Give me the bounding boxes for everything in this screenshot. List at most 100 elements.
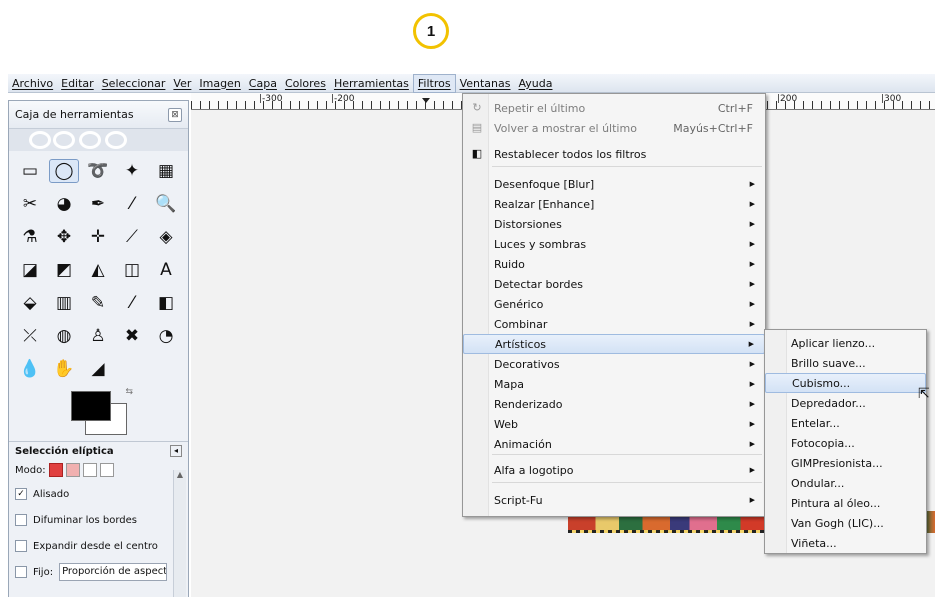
- fuzzy-select-icon[interactable]: ✦: [117, 159, 147, 183]
- filters-item-restablecer-todos-los-filtros[interactable]: ◧ Restablecer todos los filtros: [463, 144, 765, 164]
- filters-item-ruido[interactable]: Ruido ▶: [463, 254, 765, 274]
- scissors-icon[interactable]: ✂: [15, 192, 45, 216]
- perspective-clone-icon[interactable]: ◔: [151, 324, 181, 348]
- filters-item-label: Alfa a logotipo: [494, 463, 574, 477]
- scale-icon[interactable]: ◪: [15, 258, 45, 282]
- artistic-item-aplicar-lienzo[interactable]: Aplicar lienzo...: [765, 333, 926, 353]
- menu-separator: [492, 454, 762, 455]
- filters-item-artisticos[interactable]: Artísticos ▶: [463, 334, 765, 354]
- filters-item-mapa[interactable]: Mapa ▶: [463, 374, 765, 394]
- rotate-icon[interactable]: ◈: [151, 225, 181, 249]
- filters-item-detectar-bordes[interactable]: Detectar bordes ▶: [463, 274, 765, 294]
- measure-icon[interactable]: ⚗: [15, 225, 45, 249]
- mode-intersect-button[interactable]: [99, 463, 114, 477]
- options-scrollbar[interactable]: ▲: [173, 470, 186, 597]
- filters-item-alfa-a-logotipo[interactable]: Alfa a logotipo ▶: [463, 460, 765, 480]
- blur-icon[interactable]: 💧: [15, 357, 45, 381]
- color-picker-icon[interactable]: ⁄: [117, 192, 147, 216]
- menu-herramientas[interactable]: Herramientas: [330, 74, 413, 93]
- ink-icon[interactable]: ◍: [49, 324, 79, 348]
- lasso-icon[interactable]: ➰: [83, 159, 113, 183]
- fixed-checkbox[interactable]: [15, 566, 27, 578]
- panel-menu-icon[interactable]: ◂: [170, 445, 182, 457]
- menu-capa[interactable]: Capa: [245, 74, 281, 93]
- feather-checkbox[interactable]: [15, 514, 27, 526]
- filters-item-web[interactable]: Web ▶: [463, 414, 765, 434]
- filters-item-realzar-enhance[interactable]: Realzar [Enhance] ▶: [463, 194, 765, 214]
- foreground-select-icon[interactable]: ◕: [49, 192, 79, 216]
- artistic-item-vineta[interactable]: Viñeta...: [765, 533, 926, 553]
- foreground-color[interactable]: [71, 391, 111, 421]
- dodge-burn-icon[interactable]: ◢: [83, 357, 113, 381]
- text-icon[interactable]: A: [151, 258, 181, 282]
- artistic-item-ondular[interactable]: Ondular...: [765, 473, 926, 493]
- align-icon[interactable]: ✛: [83, 225, 113, 249]
- filters-item-volver-a-mostrar-el-ultimo[interactable]: ▤ Volver a mostrar el último Mayús+Ctrl+F: [463, 118, 765, 138]
- scroll-up-icon[interactable]: ▲: [174, 470, 186, 479]
- menu-ayuda[interactable]: Ayuda: [515, 74, 557, 93]
- artistic-item-pintura-al-oleo[interactable]: Pintura al óleo...: [765, 493, 926, 513]
- menu-archivo[interactable]: Archivo: [8, 74, 57, 93]
- filters-item-combinar[interactable]: Combinar ▶: [463, 314, 765, 334]
- submenu-arrow-icon: ▶: [749, 280, 755, 288]
- artistic-item-fotocopia[interactable]: Fotocopia...: [765, 433, 926, 453]
- toolbox-titlebar[interactable]: Caja de herramientas ⊠: [9, 101, 188, 129]
- filters-item-label: Combinar: [494, 317, 548, 331]
- menu-filtros[interactable]: Filtros: [412, 73, 456, 93]
- color-select-icon[interactable]: ▦: [151, 159, 181, 183]
- expand-center-checkbox[interactable]: [15, 540, 27, 552]
- filters-item-generico[interactable]: Genérico ▶: [463, 294, 765, 314]
- clone-icon[interactable]: ♙: [83, 324, 113, 348]
- mode-add-button[interactable]: [65, 463, 80, 477]
- artistic-item-depredador[interactable]: Depredador...: [765, 393, 926, 413]
- gradient-icon[interactable]: ▥: [49, 291, 79, 315]
- shear-icon[interactable]: ◩: [49, 258, 79, 282]
- expand-center-label: Expandir desde el centro: [33, 540, 158, 552]
- filters-item-renderizado[interactable]: Renderizado ▶: [463, 394, 765, 414]
- mode-subtract-button[interactable]: [82, 463, 97, 477]
- filters-item-desenfoque-blur[interactable]: Desenfoque [Blur] ▶: [463, 174, 765, 194]
- crop-icon[interactable]: ⟋: [117, 225, 147, 249]
- perspective-icon[interactable]: ◭: [83, 258, 113, 282]
- ellipse-select-icon[interactable]: ◯: [49, 159, 79, 183]
- menu-ver[interactable]: Ver: [169, 74, 195, 93]
- artistic-item-cubismo[interactable]: Cubismo...: [765, 373, 926, 393]
- artistic-item-van-gogh-lic[interactable]: Van Gogh (LIC)...: [765, 513, 926, 533]
- zoom-icon[interactable]: 🔍: [151, 192, 181, 216]
- filters-item-decorativos[interactable]: Decorativos ▶: [463, 354, 765, 374]
- rect-select-icon[interactable]: ▭: [15, 159, 45, 183]
- heal-icon[interactable]: ✖: [117, 324, 147, 348]
- smudge-icon[interactable]: ✋: [49, 357, 79, 381]
- move-icon[interactable]: ✥: [49, 225, 79, 249]
- color-swatches[interactable]: ⇆: [71, 387, 133, 437]
- fixed-mode-select[interactable]: Proporción de aspect: [59, 563, 168, 581]
- airbrush-icon[interactable]: ⤫: [15, 324, 45, 348]
- menu-ventanas[interactable]: Ventanas: [456, 74, 515, 93]
- filters-item-luces-y-sombras[interactable]: Luces y sombras ▶: [463, 234, 765, 254]
- paintbrush-icon[interactable]: ⁄: [117, 291, 147, 315]
- paths-icon[interactable]: ✒: [83, 192, 113, 216]
- artistic-item-brillo-suave[interactable]: Brillo suave...: [765, 353, 926, 373]
- filters-item-script-fu[interactable]: Script-Fu ▶: [463, 490, 765, 510]
- filters-item-animacion[interactable]: Animación ▶: [463, 434, 765, 454]
- submenu-arrow-icon: ▶: [749, 220, 755, 228]
- artistic-item-entelar[interactable]: Entelar...: [765, 413, 926, 433]
- menu-colores[interactable]: Colores: [281, 74, 330, 93]
- eraser-icon[interactable]: ◧: [151, 291, 181, 315]
- menu-imagen[interactable]: Imagen: [195, 74, 244, 93]
- artistic-item-gimpresionista[interactable]: GIMPresionista...: [765, 453, 926, 473]
- artistic-item-label: GIMPresionista...: [791, 456, 883, 470]
- tool-options-title: Selección elíptica: [15, 445, 114, 457]
- flip-icon[interactable]: ◫: [117, 258, 147, 282]
- filters-item-repetir-el-ultimo[interactable]: ↻ Repetir el último Ctrl+F: [463, 98, 765, 118]
- antialias-checkbox[interactable]: ✓: [15, 488, 27, 500]
- bucket-fill-icon[interactable]: ⬙: [15, 291, 45, 315]
- menu-seleccionar[interactable]: Seleccionar: [98, 74, 170, 93]
- mode-replace-button[interactable]: [48, 463, 63, 477]
- feather-label: Difuminar los bordes: [33, 514, 138, 526]
- menu-editar[interactable]: Editar: [57, 74, 98, 93]
- filters-item-distorsiones[interactable]: Distorsiones ▶: [463, 214, 765, 234]
- pencil-icon[interactable]: ✎: [83, 291, 113, 315]
- swap-colors-icon[interactable]: ⇆: [125, 387, 133, 397]
- close-icon[interactable]: ⊠: [168, 107, 182, 122]
